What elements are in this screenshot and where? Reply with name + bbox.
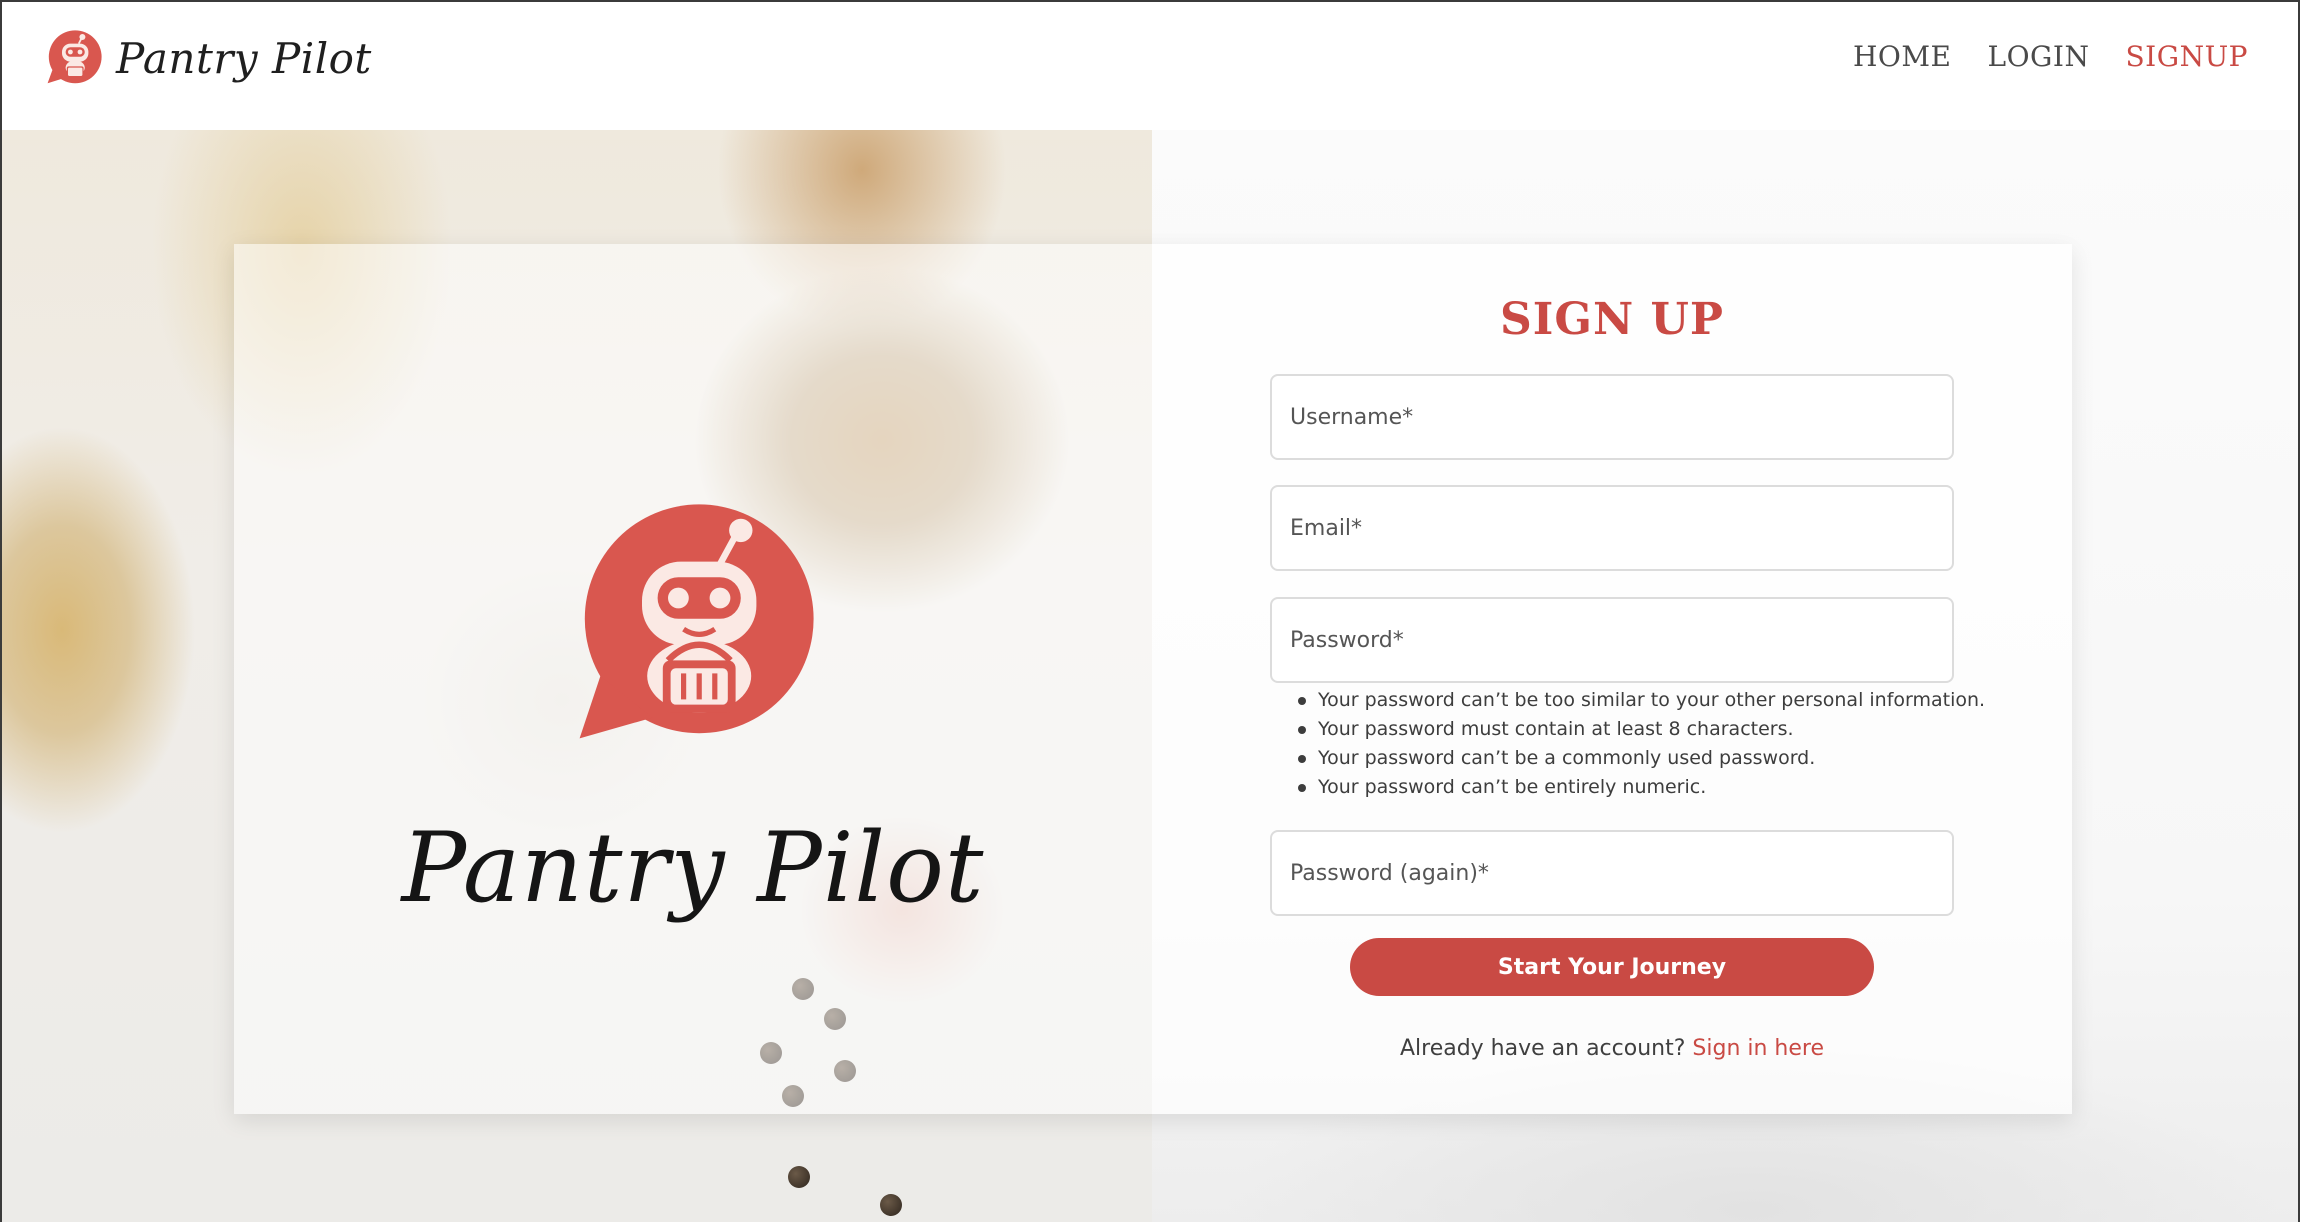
signin-link[interactable]: Sign in here bbox=[1692, 1036, 1824, 1061]
password-again-field[interactable] bbox=[1270, 830, 1954, 916]
password-field[interactable] bbox=[1270, 597, 1954, 683]
hero-brand-name: Pantry Pilot bbox=[401, 812, 985, 924]
page: Pantry Pilot HOME LOGIN SIGNUP Pantry Pi… bbox=[0, 0, 2300, 1222]
brand-home-link[interactable]: Pantry Pilot bbox=[44, 28, 372, 88]
peppercorn bbox=[788, 1166, 810, 1188]
robot-basket-logo-icon bbox=[47, 30, 102, 84]
email-field[interactable] bbox=[1270, 485, 1954, 571]
hero-panel: Pantry Pilot bbox=[234, 244, 1152, 1114]
email-input[interactable] bbox=[1272, 487, 1952, 569]
nav-home-link[interactable]: HOME bbox=[1853, 40, 1951, 73]
form-title: SIGN UP bbox=[1500, 294, 1724, 345]
signin-prompt-text: Already have an account? bbox=[1399, 1036, 1686, 1061]
nav-login-link[interactable]: LOGIN bbox=[1987, 40, 2089, 73]
nav-links: HOME LOGIN SIGNUP bbox=[1853, 40, 2248, 73]
nav-signup-link[interactable]: SIGNUP bbox=[2125, 40, 2248, 73]
password-input[interactable] bbox=[1272, 599, 1952, 681]
password-again-input[interactable] bbox=[1272, 832, 1952, 914]
password-help-item: Your password can’t be entirely numeric. bbox=[1298, 773, 1985, 802]
password-help-item: Your password can’t be too similar to yo… bbox=[1298, 686, 1985, 715]
username-field[interactable] bbox=[1270, 374, 1954, 460]
brand-name: Pantry Pilot bbox=[116, 33, 372, 83]
password-help-item: Your password must contain at least 8 ch… bbox=[1298, 715, 1985, 744]
signin-prompt-line: Already have an account? Sign in here bbox=[1270, 1036, 1954, 1061]
navbar: Pantry Pilot HOME LOGIN SIGNUP bbox=[2, 2, 2298, 130]
robot-basket-logo-icon bbox=[579, 504, 814, 739]
password-help-list: Your password can’t be too similar to yo… bbox=[1298, 686, 1985, 802]
peppercorn bbox=[880, 1194, 902, 1216]
password-help-item: Your password can’t be a commonly used p… bbox=[1298, 744, 1985, 773]
username-input[interactable] bbox=[1272, 376, 1952, 458]
start-journey-button[interactable]: Start Your Journey bbox=[1350, 938, 1874, 996]
